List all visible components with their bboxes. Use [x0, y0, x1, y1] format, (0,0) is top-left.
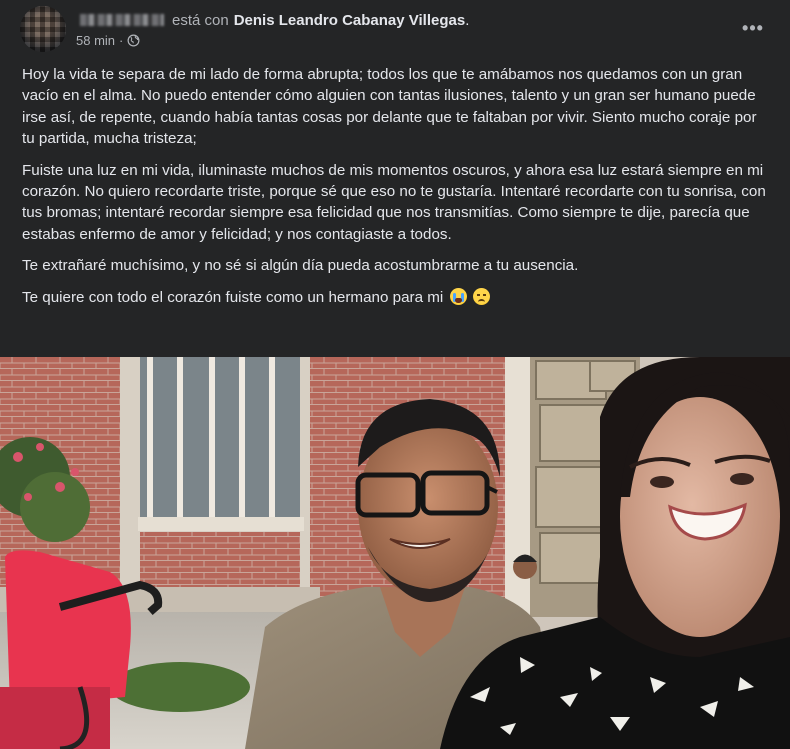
post-meta: 58 min ·	[76, 33, 140, 48]
post-header: está con Denis Leandro Cabanay Villegas.…	[0, 0, 790, 60]
paragraph-3: Te extrañaré muchísimo, y no sé si algún…	[22, 257, 579, 275]
author-avatar[interactable]	[20, 6, 66, 52]
more-options-button[interactable]: •••	[738, 16, 768, 40]
post-timestamp[interactable]: 58 min	[76, 33, 115, 48]
more-options-icon: •••	[742, 17, 764, 38]
tagged-suffix: .	[465, 11, 470, 29]
sad-face-icon	[472, 287, 490, 305]
post-body: Hoy la vida te separa de mi lado de form…	[22, 64, 772, 318]
post-photo[interactable]	[0, 357, 790, 749]
tagged-person-link[interactable]: Denis Leandro Cabanay Villegas	[234, 12, 465, 29]
globe-icon[interactable]	[127, 34, 140, 47]
facebook-post: está con Denis Leandro Cabanay Villegas.…	[0, 0, 790, 749]
loudly-crying-face-icon	[449, 287, 467, 305]
author-name-redacted[interactable]	[80, 14, 164, 26]
with-text: está con	[172, 11, 229, 29]
paragraph-1: Hoy la vida te separa de mi lado de form…	[22, 66, 757, 148]
last-line-text: Te quiere con todo el corazón fuiste com…	[22, 288, 444, 306]
paragraph-2: Fuiste una luz en mi vida, iluminaste mu…	[22, 161, 766, 243]
photo-illustration	[0, 357, 790, 749]
author-line: está con Denis Leandro Cabanay Villegas.	[80, 10, 469, 30]
paragraph-4: Te quiere con todo el corazón fuiste com…	[22, 287, 772, 308]
meta-separator: ·	[119, 33, 124, 48]
